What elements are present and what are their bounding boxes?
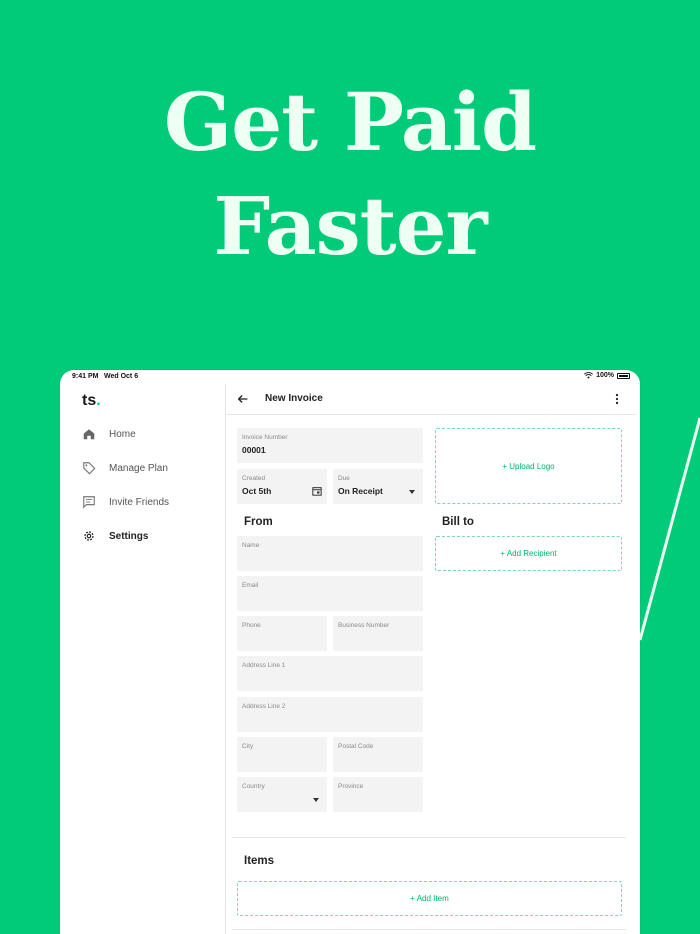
battery-percent: 100% bbox=[596, 372, 614, 379]
sidebar-item-label: Home bbox=[109, 428, 136, 440]
field-value: Oct 5th bbox=[242, 486, 272, 496]
field-value: 00001 bbox=[242, 445, 266, 455]
calendar-icon[interactable] bbox=[312, 486, 322, 496]
field-label: Invoice Number bbox=[242, 434, 288, 441]
sidebar-item-label: Invite Friends bbox=[109, 496, 170, 508]
address-line-2-field[interactable]: Address Line 2 bbox=[237, 697, 423, 732]
field-label: Email bbox=[242, 582, 259, 589]
app-logo: ts. bbox=[82, 392, 101, 410]
created-date-field[interactable]: Created Oct 5th bbox=[237, 469, 327, 504]
address-line-1-field[interactable]: Address Line 1 bbox=[237, 656, 423, 691]
field-label: Business Number bbox=[338, 622, 390, 629]
hero-line-2: Faster bbox=[213, 179, 487, 273]
add-item-button[interactable]: + Add Item bbox=[237, 881, 622, 916]
section-divider bbox=[232, 837, 626, 838]
sidebar-item-settings[interactable]: Settings bbox=[82, 525, 148, 547]
province-field[interactable]: Province bbox=[333, 777, 423, 812]
gear-icon bbox=[84, 531, 94, 541]
field-value: On Receipt bbox=[338, 486, 383, 496]
tablet-frame: 9:41 PM Wed Oct 6 100% ts. Home Manage P… bbox=[60, 370, 640, 934]
status-time: 9:41 PM bbox=[72, 373, 99, 380]
hero-line-1: Get Paid bbox=[163, 75, 537, 169]
field-label: Phone bbox=[242, 622, 261, 629]
upload-logo-button[interactable]: + Upload Logo bbox=[435, 428, 622, 504]
postal-code-field[interactable]: Postal Code bbox=[333, 737, 423, 772]
field-label: Created bbox=[242, 475, 266, 482]
status-date: Wed Oct 6 bbox=[104, 373, 139, 380]
more-vertical-icon[interactable] bbox=[610, 392, 624, 406]
field-label: Address Line 2 bbox=[242, 703, 286, 710]
dropdown-caret-icon bbox=[313, 798, 319, 802]
bill-to-section-title: Bill to bbox=[442, 516, 474, 528]
sidebar-item-label: Settings bbox=[109, 530, 149, 542]
main-content: New Invoice Invoice Number 00001 Created… bbox=[226, 384, 640, 934]
sidebar: ts. Home Manage Plan Invite Friends Sett… bbox=[60, 384, 226, 934]
page-title: New Invoice bbox=[265, 393, 323, 404]
chat-icon bbox=[83, 496, 95, 509]
business-number-field[interactable]: Business Number bbox=[333, 616, 423, 651]
from-section-title: From bbox=[244, 516, 273, 528]
field-label: Address Line 1 bbox=[242, 662, 286, 669]
status-bar: 9:41 PM Wed Oct 6 100% bbox=[60, 370, 640, 384]
field-label: Due bbox=[338, 475, 350, 482]
tag-icon bbox=[83, 462, 96, 475]
hero-headline: Get Paid Faster bbox=[0, 70, 700, 278]
back-arrow-icon[interactable] bbox=[236, 392, 250, 406]
field-label: City bbox=[242, 743, 254, 750]
invoice-number-field[interactable]: Invoice Number 00001 bbox=[237, 428, 423, 463]
city-field[interactable]: City bbox=[237, 737, 327, 772]
email-field[interactable]: Email bbox=[237, 576, 423, 611]
sidebar-item-manage-plan[interactable]: Manage Plan bbox=[82, 457, 168, 479]
logo-text: ts bbox=[82, 392, 97, 409]
items-section-title: Items bbox=[244, 855, 275, 867]
country-select[interactable]: Country bbox=[237, 777, 327, 812]
top-bar: New Invoice bbox=[226, 384, 636, 415]
section-divider bbox=[232, 929, 626, 930]
status-right: 100% bbox=[584, 372, 630, 379]
field-label: Country bbox=[242, 783, 265, 790]
sidebar-item-invite-friends[interactable]: Invite Friends bbox=[82, 491, 169, 513]
dropdown-caret-icon bbox=[409, 490, 415, 494]
field-label: Name bbox=[242, 542, 260, 549]
add-recipient-button[interactable]: + Add Recipient bbox=[435, 536, 622, 571]
sidebar-item-label: Manage Plan bbox=[109, 462, 168, 474]
wifi-icon bbox=[584, 372, 594, 379]
battery-icon bbox=[617, 372, 630, 379]
sidebar-item-home[interactable]: Home bbox=[82, 423, 136, 445]
home-icon bbox=[83, 429, 95, 440]
field-label: Postal Code bbox=[338, 743, 374, 750]
field-label: Province bbox=[338, 783, 364, 790]
phone-field[interactable]: Phone bbox=[237, 616, 327, 651]
logo-dot: . bbox=[96, 392, 101, 409]
name-field[interactable]: Name bbox=[237, 536, 423, 571]
due-select[interactable]: Due On Receipt bbox=[333, 469, 423, 504]
